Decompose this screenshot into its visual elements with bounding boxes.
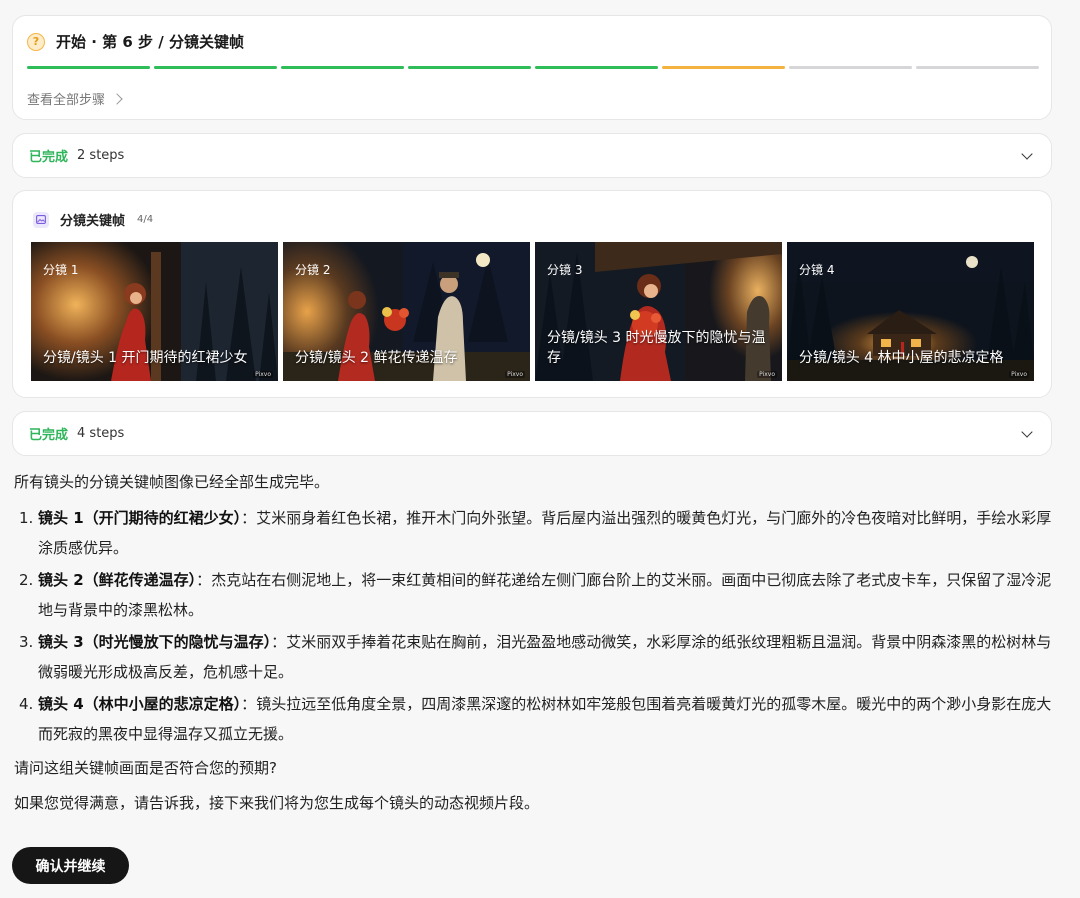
message-followup: 如果您觉得满意，请告诉我，接下来我们将为您生成每个镜头的动态视频片段。 (14, 794, 540, 812)
step-segment-6 (662, 66, 785, 69)
shot-caption: 分镜/镜头 4 林中小屋的悲凉定格 (799, 350, 1004, 366)
list-number: 1. (19, 509, 34, 527)
list-item: 4. 镜头 4（林中小屋的悲凉定格）：镜头拉远至低角度全景，四周漆黑深邃的松树林如… (14, 689, 1059, 749)
keyframe-shot-2[interactable]: 分镜 2 分镜/镜头 2 鲜花传递温存 Pixvo (283, 242, 530, 381)
list-item: 2. 镜头 2（鲜花传递温存）：杰克站在右侧泥地上，将一束红黄相间的鲜花递给左侧门… (14, 565, 1059, 625)
keyframes-title: 分镜关键帧 (60, 214, 126, 229)
chevron-right-icon (111, 92, 123, 105)
step-segment-8 (916, 66, 1039, 69)
steps-count: 2 steps (77, 148, 125, 163)
chevron-down-icon (1021, 426, 1033, 438)
completed-label: 已完成 (29, 428, 69, 443)
image-icon (33, 211, 49, 228)
shot-tag: 分镜 3 (547, 263, 583, 277)
list-item: 3. 镜头 3（时光慢放下的隐忧与温存）：艾米丽双手捧着花束贴在胸前，泪光盈盈地感… (14, 627, 1059, 687)
shot-tag: 分镜 1 (43, 263, 79, 277)
list-item: 1. 镜头 1（开门期待的红裙少女）：艾米丽身着红色长裙，推开木门向外张望。背后屋… (14, 503, 1059, 563)
list-number: 3. (19, 633, 34, 651)
step-segment-4 (408, 66, 531, 69)
keyframes-header: 分镜关键帧 4/4 (33, 210, 153, 229)
keyframe-shot-4[interactable]: 分镜 4 分镜/镜头 4 林中小屋的悲凉定格 Pixvo (787, 242, 1034, 381)
item-title: 镜头 1（开门期待的红裙少女） (38, 509, 242, 527)
keyframe-shot-3[interactable]: 分镜 3 分镜/镜头 3 时光慢放下的隐忧与温存 Pixvo (535, 242, 782, 381)
item-separator: ： (271, 633, 287, 651)
watermark: Pixvo (505, 371, 525, 378)
item-separator: ： (241, 695, 257, 713)
shot-tag: 分镜 2 (295, 263, 331, 277)
completed-label: 已完成 (29, 150, 69, 165)
step-segment-5 (535, 66, 658, 69)
step-segment-3 (281, 66, 404, 69)
item-separator: ： (196, 571, 212, 589)
step-segment-1 (27, 66, 150, 69)
shot-caption: 分镜/镜头 3 时光慢放下的隐忧与温存 (547, 330, 766, 366)
list-number: 4. (19, 695, 34, 713)
progress-title: 开始 · 第 6 步 / 分镜关键帧 (56, 33, 244, 51)
view-all-steps-link[interactable]: 查看全部步骤 (27, 89, 123, 108)
completed-steps-toggle-2[interactable]: 已完成 4 steps (12, 411, 1052, 456)
message-question: 请问这组关键帧画面是否符合您的预期? (14, 759, 277, 777)
watermark: Pixvo (1009, 371, 1029, 378)
progress-card: ? 开始 · 第 6 步 / 分镜关键帧 查看全部步骤 (12, 15, 1052, 120)
shot-description-list: 1. 镜头 1（开门期待的红裙少女）：艾米丽身着红色长裙，推开木门向外张望。背后屋… (14, 503, 1059, 751)
progress-header: ? 开始 · 第 6 步 / 分镜关键帧 (27, 31, 244, 52)
shot-tag: 分镜 4 (799, 263, 835, 277)
keyframes-count: 4/4 (137, 214, 154, 225)
item-title: 镜头 3（时光慢放下的隐忧与温存） (38, 633, 272, 651)
shot-caption: 分镜/镜头 1 开门期待的红裙少女 (43, 350, 248, 366)
watermark: Pixvo (253, 371, 273, 378)
confirm-continue-button[interactable]: 确认并继续 (12, 847, 129, 884)
completed-steps-toggle-1[interactable]: 已完成 2 steps (12, 133, 1052, 178)
watermark: Pixvo (757, 371, 777, 378)
question-circle-icon: ? (27, 32, 45, 51)
shot-caption: 分镜/镜头 2 鲜花传递温存 (295, 350, 458, 366)
chevron-down-icon (1021, 148, 1033, 160)
step-progress-bar (27, 66, 1039, 69)
item-title: 镜头 2（鲜花传递温存） (38, 571, 197, 589)
list-number: 2. (19, 571, 34, 589)
step-segment-2 (154, 66, 277, 69)
view-all-steps-label: 查看全部步骤 (27, 93, 106, 108)
item-separator: ： (241, 509, 257, 527)
step-segment-7 (789, 66, 912, 69)
keyframes-card: 分镜关键帧 4/4 分镜 1 分镜/镜头 1 开门期待的红裙少女 Pixvo 分… (12, 190, 1052, 398)
keyframe-shot-1[interactable]: 分镜 1 分镜/镜头 1 开门期待的红裙少女 Pixvo (31, 242, 278, 381)
steps-count: 4 steps (77, 426, 125, 441)
keyframe-gallery: 分镜 1 分镜/镜头 1 开门期待的红裙少女 Pixvo 分镜 2 分镜/镜头 … (31, 242, 1034, 381)
message-intro: 所有镜头的分镜关键帧图像已经全部生成完毕。 (14, 473, 330, 491)
item-title: 镜头 4（林中小屋的悲凉定格） (38, 695, 242, 713)
